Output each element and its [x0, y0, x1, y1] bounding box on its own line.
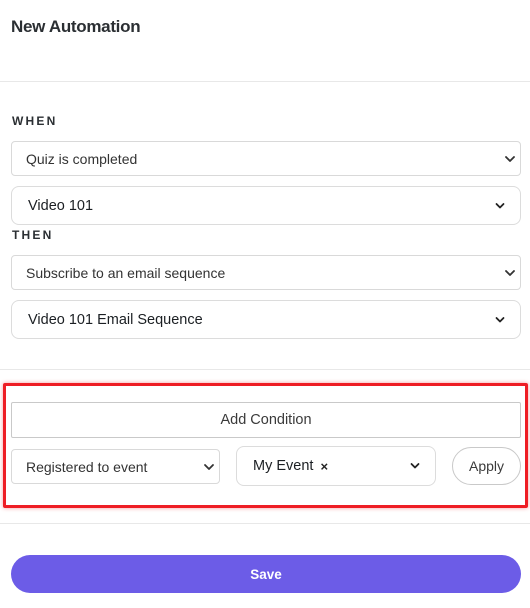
chevron-down-icon [410, 463, 420, 469]
when-target-dropdown[interactable]: Video 101 [11, 186, 521, 225]
condition-type-value: Registered to event [26, 458, 148, 475]
page-title: New Automation [11, 17, 141, 36]
chevron-down-icon [204, 463, 214, 470]
automation-form: New Automation WHEN Quiz is completed Vi… [0, 0, 530, 608]
then-target-dropdown[interactable]: Video 101 Email Sequence [11, 300, 521, 339]
when-target-value: Video 101 [28, 197, 94, 214]
footer-divider [0, 523, 530, 524]
then-action-value: Subscribe to an email sequence [26, 264, 226, 281]
then-target-value: Video 101 Email Sequence [28, 311, 203, 328]
close-icon[interactable]: × [320, 459, 328, 474]
when-trigger-select[interactable]: Quiz is completed [11, 141, 521, 176]
when-label: WHEN [12, 114, 58, 128]
condition-type-select[interactable]: Registered to event [11, 449, 220, 484]
then-action-select[interactable]: Subscribe to an email sequence [11, 255, 521, 290]
chevron-down-icon [505, 269, 515, 276]
header-divider [0, 81, 530, 82]
chevron-down-icon [495, 202, 505, 208]
event-tag-label: My Event [253, 458, 314, 474]
event-multiselect[interactable]: My Event × [236, 446, 436, 486]
when-trigger-value: Quiz is completed [26, 150, 138, 167]
add-condition-button[interactable]: Add Condition [11, 402, 521, 438]
chevron-down-icon [495, 316, 505, 322]
chevron-down-icon [505, 155, 515, 162]
apply-button[interactable]: Apply [452, 447, 521, 485]
then-label: THEN [12, 228, 54, 242]
section-divider [0, 369, 530, 370]
save-button[interactable]: Save [11, 555, 521, 593]
